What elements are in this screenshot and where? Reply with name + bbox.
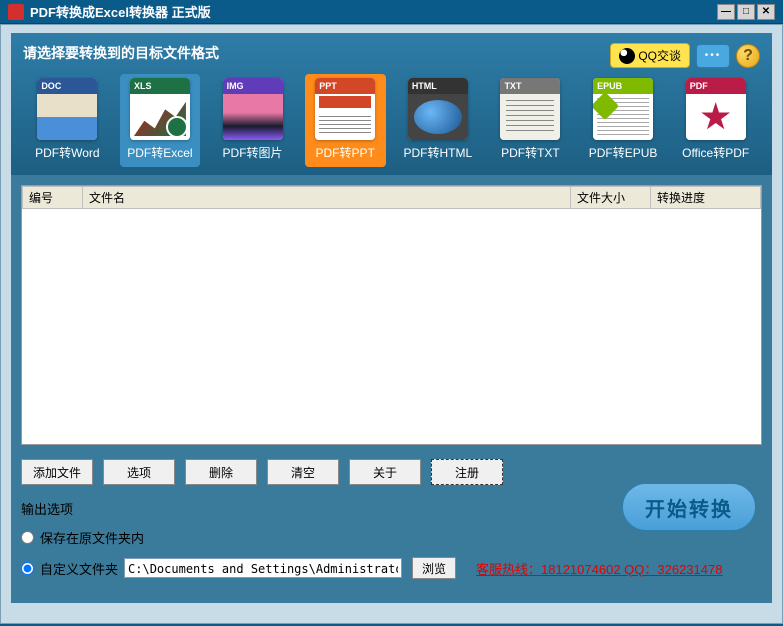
col-filename[interactable]: 文件名 <box>83 187 571 209</box>
clear-button[interactable]: 清空 <box>267 459 339 485</box>
col-filesize[interactable]: 文件大小 <box>571 187 651 209</box>
chat-button[interactable]: ••• <box>696 44 730 68</box>
delete-button[interactable]: 删除 <box>185 459 257 485</box>
file-table[interactable]: 编号 文件名 文件大小 转换进度 <box>21 185 762 445</box>
custom-folder-radio[interactable] <box>21 562 34 575</box>
col-number[interactable]: 编号 <box>23 187 83 209</box>
browse-button[interactable]: 浏览 <box>412 557 456 579</box>
window-title: PDF转换成Excel转换器 正式版 <box>30 2 211 21</box>
format-header: 请选择要转换到的目标文件格式 QQ交谈 ••• ? DOC PDF转Word X… <box>11 33 772 175</box>
about-button[interactable]: 关于 <box>349 459 421 485</box>
format-pdf-to-image[interactable]: IMG PDF转图片 <box>212 74 293 167</box>
qq-label: QQ交谈 <box>638 47 681 64</box>
format-pdf-to-epub[interactable]: EPUB PDF转EPUB <box>583 74 664 167</box>
format-list: DOC PDF转Word XLS PDF转Excel IMG PDF转图片 PP… <box>23 74 760 167</box>
options-button[interactable]: 选项 <box>103 459 175 485</box>
titlebar: PDF转换成Excel转换器 正式版 — □ ✕ <box>0 0 783 24</box>
register-button[interactable]: 注册 <box>431 459 503 485</box>
format-pdf-to-excel[interactable]: XLS PDF转Excel <box>120 74 201 167</box>
minimize-button[interactable]: — <box>717 4 735 20</box>
col-progress[interactable]: 转换进度 <box>651 187 761 209</box>
format-office-to-pdf[interactable]: PDF Office转PDF <box>675 74 756 167</box>
custom-folder-option[interactable]: 自定义文件夹 <box>21 559 118 578</box>
save-original-radio[interactable] <box>21 531 34 544</box>
qq-icon <box>619 48 635 64</box>
output-path-input[interactable] <box>124 558 402 578</box>
app-icon <box>8 4 24 20</box>
prompt-text: 请选择要转换到的目标文件格式 <box>23 43 219 63</box>
start-convert-button[interactable]: 开始转换 <box>622 483 756 531</box>
qq-chat-button[interactable]: QQ交谈 <box>610 43 690 68</box>
format-pdf-to-ppt[interactable]: PPT PDF转PPT <box>305 74 386 167</box>
maximize-button[interactable]: □ <box>737 4 755 20</box>
add-file-button[interactable]: 添加文件 <box>21 459 93 485</box>
format-pdf-to-html[interactable]: HTML PDF转HTML <box>398 74 479 167</box>
close-button[interactable]: ✕ <box>757 4 775 20</box>
hotline-text[interactable]: 客服热线：18121074602 QQ：326231478 <box>476 559 722 578</box>
help-button[interactable]: ? <box>736 44 760 68</box>
format-pdf-to-txt[interactable]: TXT PDF转TXT <box>490 74 571 167</box>
format-pdf-to-word[interactable]: DOC PDF转Word <box>27 74 108 167</box>
